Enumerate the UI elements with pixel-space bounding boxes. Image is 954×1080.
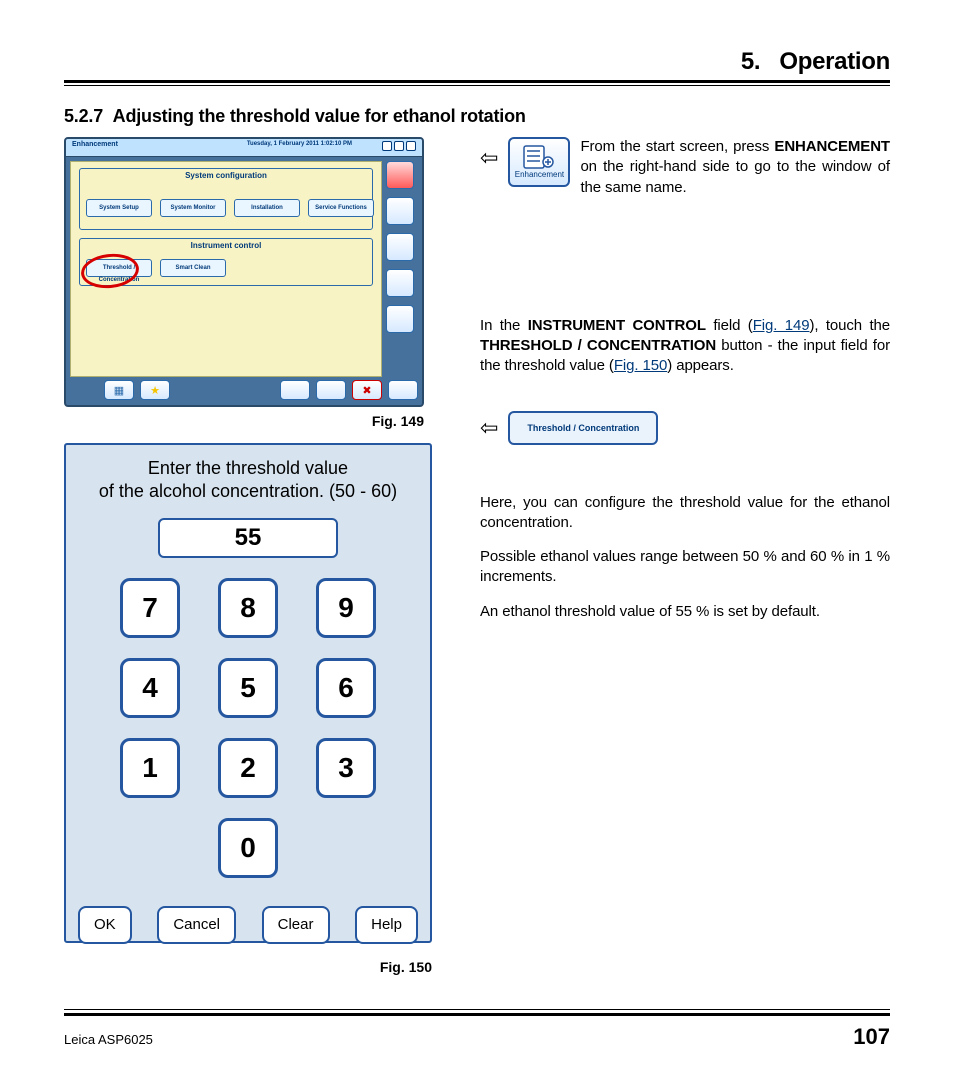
footer-page-number: 107 bbox=[853, 1024, 890, 1050]
keypad-actions: OK Cancel Clear Help bbox=[76, 906, 420, 944]
clear-button[interactable]: Clear bbox=[262, 906, 330, 944]
system-setup-button[interactable]: System Setup bbox=[86, 199, 152, 217]
fig150-caption: Fig. 150 bbox=[64, 959, 432, 975]
cancel-button[interactable]: Cancel bbox=[157, 906, 236, 944]
sidebar-btn-2[interactable] bbox=[386, 197, 414, 225]
fig149-window-controls bbox=[382, 141, 416, 151]
key-5[interactable]: 5 bbox=[218, 658, 278, 718]
fig149-bottombar bbox=[70, 379, 418, 401]
panel1-title: System configuration bbox=[80, 171, 372, 180]
chapter-title: Operation bbox=[779, 48, 890, 75]
key-4[interactable]: 4 bbox=[120, 658, 180, 718]
arrow-left-icon: ⇦ bbox=[480, 137, 498, 169]
key-2[interactable]: 2 bbox=[218, 738, 278, 798]
section-number: 5.2.7 bbox=[64, 106, 103, 126]
instrument-control-panel: Instrument control Threshold / Concentra… bbox=[79, 238, 373, 286]
threshold-concentration-button-sample[interactable]: Threshold / Concentration bbox=[508, 411, 658, 445]
paragraph-5: An ethanol threshold value of 55 % is se… bbox=[480, 602, 890, 622]
key-0[interactable]: 0 bbox=[218, 818, 278, 878]
system-configuration-panel: System configuration System Setup System… bbox=[79, 168, 373, 230]
section-heading: 5.2.7 Adjusting the threshold value for … bbox=[64, 106, 890, 127]
threshold-concentration-button[interactable]: Threshold / Concentration bbox=[86, 259, 152, 277]
para2-b1: INSTRUMENT CONTROL bbox=[528, 317, 706, 334]
link-fig150[interactable]: Fig. 150 bbox=[614, 357, 667, 374]
service-functions-button[interactable]: Service Functions bbox=[308, 199, 374, 217]
arrow-left-icon: ⇦ bbox=[480, 415, 498, 441]
keypad-grid: 7 8 9 4 5 6 1 2 3 0 bbox=[108, 578, 388, 878]
bottom-btn[interactable] bbox=[316, 380, 346, 400]
page-footer: Leica ASP6025 107 bbox=[64, 1009, 890, 1050]
section-title: Adjusting the threshold value for ethano… bbox=[113, 106, 526, 126]
para1-post: on the right-hand side to go to the wind… bbox=[580, 158, 890, 195]
key-1[interactable]: 1 bbox=[120, 738, 180, 798]
sidebar-btn-4[interactable] bbox=[386, 269, 414, 297]
para2-t3: ), touch the bbox=[809, 317, 890, 334]
fig149-title: Enhancement bbox=[72, 141, 118, 148]
bottom-close-icon[interactable] bbox=[352, 380, 382, 400]
footer-rule-thin bbox=[64, 1009, 890, 1010]
fig149-topbar: Enhancement Tuesday, 1 February 2011 1:0… bbox=[66, 139, 422, 157]
para1-pre: From the start screen, press bbox=[580, 138, 774, 155]
prompt-line1: Enter the threshold value bbox=[148, 458, 348, 478]
fig149-screenshot: Enhancement Tuesday, 1 February 2011 1:0… bbox=[64, 137, 424, 407]
list-plus-icon bbox=[523, 145, 555, 169]
key-8[interactable]: 8 bbox=[218, 578, 278, 638]
paragraph-1: From the start screen, press ENHANCEMENT… bbox=[580, 137, 890, 198]
threshold-value-display: 55 bbox=[158, 518, 338, 558]
installation-button[interactable]: Installation bbox=[234, 199, 300, 217]
help-button[interactable]: Help bbox=[355, 906, 418, 944]
rule-thin bbox=[64, 85, 890, 86]
fig149-date: Tuesday, 1 February 2011 1:02:10 PM bbox=[247, 141, 352, 147]
panel2-title: Instrument control bbox=[80, 241, 372, 250]
chapter-number: 5. bbox=[741, 48, 760, 75]
sidebar-btn-1[interactable] bbox=[386, 161, 414, 189]
sidebar-btn-3[interactable] bbox=[386, 233, 414, 261]
fig149-body: System configuration System Setup System… bbox=[70, 161, 382, 377]
prompt-line2: of the alcohol concentration. (50 - 60) bbox=[99, 481, 397, 501]
link-fig149[interactable]: Fig. 149 bbox=[753, 317, 810, 334]
bottom-grid-icon[interactable] bbox=[104, 380, 134, 400]
para2-t2: field ( bbox=[706, 317, 753, 334]
paragraph-4: Possible ethanol values range between 50… bbox=[480, 547, 890, 588]
key-3[interactable]: 3 bbox=[316, 738, 376, 798]
paragraph-3: Here, you can configure the threshold va… bbox=[480, 493, 890, 534]
ok-button[interactable]: OK bbox=[78, 906, 132, 944]
key-7[interactable]: 7 bbox=[120, 578, 180, 638]
chapter-heading: 5. Operation bbox=[64, 48, 890, 76]
footer-product: Leica ASP6025 bbox=[64, 1032, 153, 1047]
enhancement-icon-label: Enhancement bbox=[515, 170, 564, 179]
para2-b2: THRESHOLD / CONCENTRATION bbox=[480, 337, 716, 354]
key-9[interactable]: 9 bbox=[316, 578, 376, 638]
sidebar-btn-5[interactable] bbox=[386, 305, 414, 333]
system-monitor-button[interactable]: System Monitor bbox=[160, 199, 226, 217]
fig149-caption: Fig. 149 bbox=[64, 413, 424, 429]
footer-rule-thick bbox=[64, 1013, 890, 1016]
para1-bold: ENHANCEMENT bbox=[774, 138, 890, 155]
rule-thick bbox=[64, 80, 890, 83]
bottom-btn[interactable] bbox=[280, 380, 310, 400]
paragraph-2: In the INSTRUMENT CONTROL field (Fig. 14… bbox=[480, 316, 890, 377]
fig150-keypad-dialog: Enter the threshold value of the alcohol… bbox=[64, 443, 432, 943]
key-6[interactable]: 6 bbox=[316, 658, 376, 718]
smart-clean-button[interactable]: Smart Clean bbox=[160, 259, 226, 277]
para2-t5: ) appears. bbox=[667, 357, 734, 374]
fig149-sidebar bbox=[386, 161, 418, 377]
bottom-star-icon[interactable] bbox=[140, 380, 170, 400]
para2-t1: In the bbox=[480, 317, 528, 334]
keypad-prompt: Enter the threshold value of the alcohol… bbox=[76, 457, 420, 504]
bottom-info-icon[interactable] bbox=[388, 380, 418, 400]
enhancement-icon[interactable]: Enhancement bbox=[508, 137, 570, 187]
